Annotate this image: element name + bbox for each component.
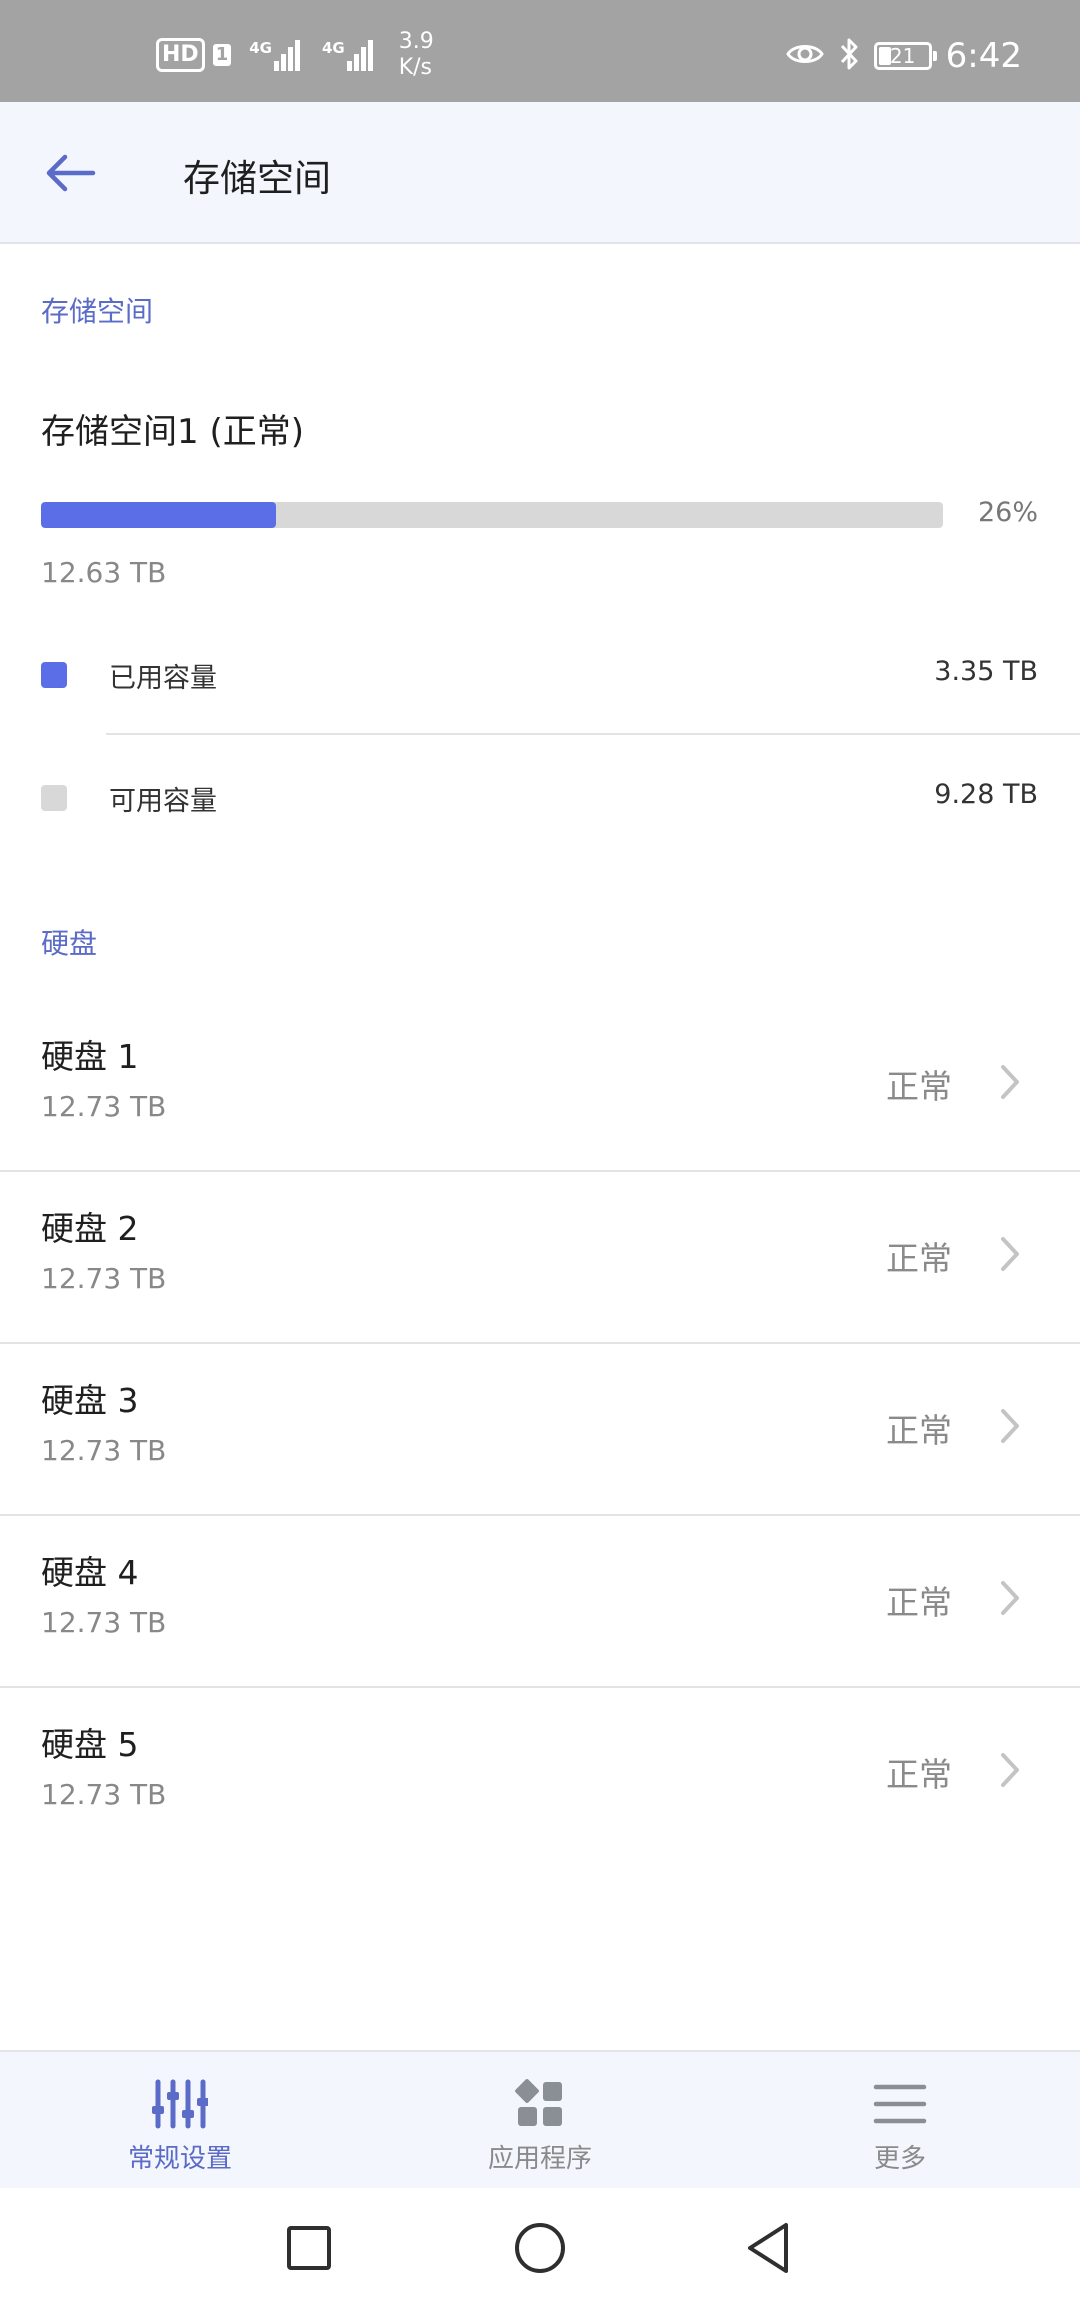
nav-item-more[interactable]: 更多: [720, 2052, 1080, 2188]
hd-badge: HD: [156, 38, 205, 72]
system-navigation-bar: [0, 2188, 1080, 2310]
nav-label: 应用程序: [487, 2144, 592, 2174]
disk-status: 正常: [886, 1067, 952, 1106]
system-back-button[interactable]: [737, 2218, 801, 2282]
chevron-right-icon: [1001, 1753, 1019, 1787]
used-color-swatch: [41, 662, 67, 688]
disk-size: 12.73 TB: [41, 1090, 167, 1123]
disk-size: 12.73 TB: [41, 1434, 167, 1467]
recent-apps-button[interactable]: [277, 2218, 341, 2282]
disk-name: 硬盘 5: [41, 1725, 139, 1764]
storage-total: 12.63 TB: [41, 556, 167, 589]
signal-2-icon: 4G: [321, 38, 373, 71]
disk-name: 硬盘 3: [41, 1381, 139, 1420]
circle-icon: [513, 2221, 567, 2279]
sliders-icon: [150, 2076, 210, 2132]
disk-size: 12.73 TB: [41, 1262, 167, 1295]
eye-icon: [785, 41, 824, 71]
menu-icon: [870, 2076, 930, 2132]
back-button[interactable]: [30, 140, 110, 210]
disk-status: 正常: [886, 1411, 952, 1450]
chevron-right-icon: [1001, 1409, 1019, 1443]
signal-1-icon: 4G: [249, 38, 300, 71]
legend-label: 可用容量: [109, 786, 217, 817]
bottom-navigation: 常规设置 应用程序 更多: [0, 2050, 1080, 2188]
chevron-right-icon: [1001, 1237, 1019, 1271]
battery-icon: 21: [873, 42, 937, 70]
disk-name: 硬盘 4: [41, 1553, 139, 1592]
arrow-left-icon: [43, 153, 97, 197]
legend-available: 可用容量 9.28 TB: [0, 757, 1080, 837]
storage-usage-bar: [41, 502, 943, 528]
network-speed-unit: K/s: [398, 55, 433, 80]
clock: 6:42: [945, 36, 1022, 76]
storage-usage-percent: 26%: [977, 497, 1038, 528]
network-type-2: 4G: [321, 38, 345, 57]
network-speed-value: 3.9: [398, 29, 434, 54]
legend-label: 已用容量: [109, 663, 217, 694]
storage-pool-title: 存储空间1 (正常): [41, 412, 304, 452]
triangle-back-icon: [744, 2221, 794, 2279]
sim-number: 1: [212, 44, 232, 66]
nav-item-general-settings[interactable]: 常规设置: [0, 2052, 360, 2188]
disk-size: 12.73 TB: [41, 1778, 167, 1811]
disk-name: 硬盘 1: [41, 1037, 139, 1076]
nav-label: 更多: [873, 2144, 926, 2174]
home-button[interactable]: [508, 2218, 572, 2282]
storage-section-header: 存储空间: [41, 295, 154, 328]
disk-status: 正常: [886, 1755, 952, 1794]
square-icon: [285, 2224, 333, 2276]
nav-label: 常规设置: [127, 2144, 232, 2174]
disk-status: 正常: [886, 1583, 952, 1622]
disk-row[interactable]: 硬盘 1 12.73 TB 正常: [0, 1000, 1080, 1172]
apps-grid-icon: [510, 2076, 570, 2132]
status-bar-left: HD 1 4G 4G 3.9 K/s: [156, 29, 434, 81]
app-bar: 存储空间: [0, 102, 1080, 244]
disk-status: 正常: [886, 1239, 952, 1278]
storage-usage-fill: [41, 502, 276, 528]
network-speed: 3.9 K/s: [399, 29, 434, 81]
disk-row[interactable]: 硬盘 5 12.73 TB 正常: [0, 1688, 1080, 1860]
disk-row[interactable]: 硬盘 4 12.73 TB 正常: [0, 1516, 1080, 1688]
divider: [106, 733, 1080, 735]
disk-row[interactable]: 硬盘 2 12.73 TB 正常: [0, 1172, 1080, 1344]
chevron-right-icon: [1001, 1065, 1019, 1099]
page-title: 存储空间: [183, 157, 331, 200]
disks-section-header: 硬盘: [41, 927, 98, 960]
nav-item-applications[interactable]: 应用程序: [360, 2052, 720, 2188]
available-color-swatch: [41, 785, 67, 811]
status-bar: HD 1 4G 4G 3.9 K/s 21 6:42: [0, 0, 1080, 102]
network-type-1: 4G: [249, 38, 272, 57]
legend-used: 已用容量 3.35 TB: [0, 634, 1080, 714]
status-bar-right: 21 6:42: [785, 34, 1022, 78]
chevron-right-icon: [1001, 1581, 1019, 1615]
disk-name: 硬盘 2: [41, 1209, 139, 1248]
legend-value: 3.35 TB: [934, 656, 1038, 687]
disk-row[interactable]: 硬盘 3 12.73 TB 正常: [0, 1344, 1080, 1516]
battery-level: 21: [889, 44, 916, 68]
bluetooth-icon: [838, 37, 860, 75]
legend-value: 9.28 TB: [934, 779, 1038, 810]
disk-size: 12.73 TB: [41, 1606, 167, 1639]
